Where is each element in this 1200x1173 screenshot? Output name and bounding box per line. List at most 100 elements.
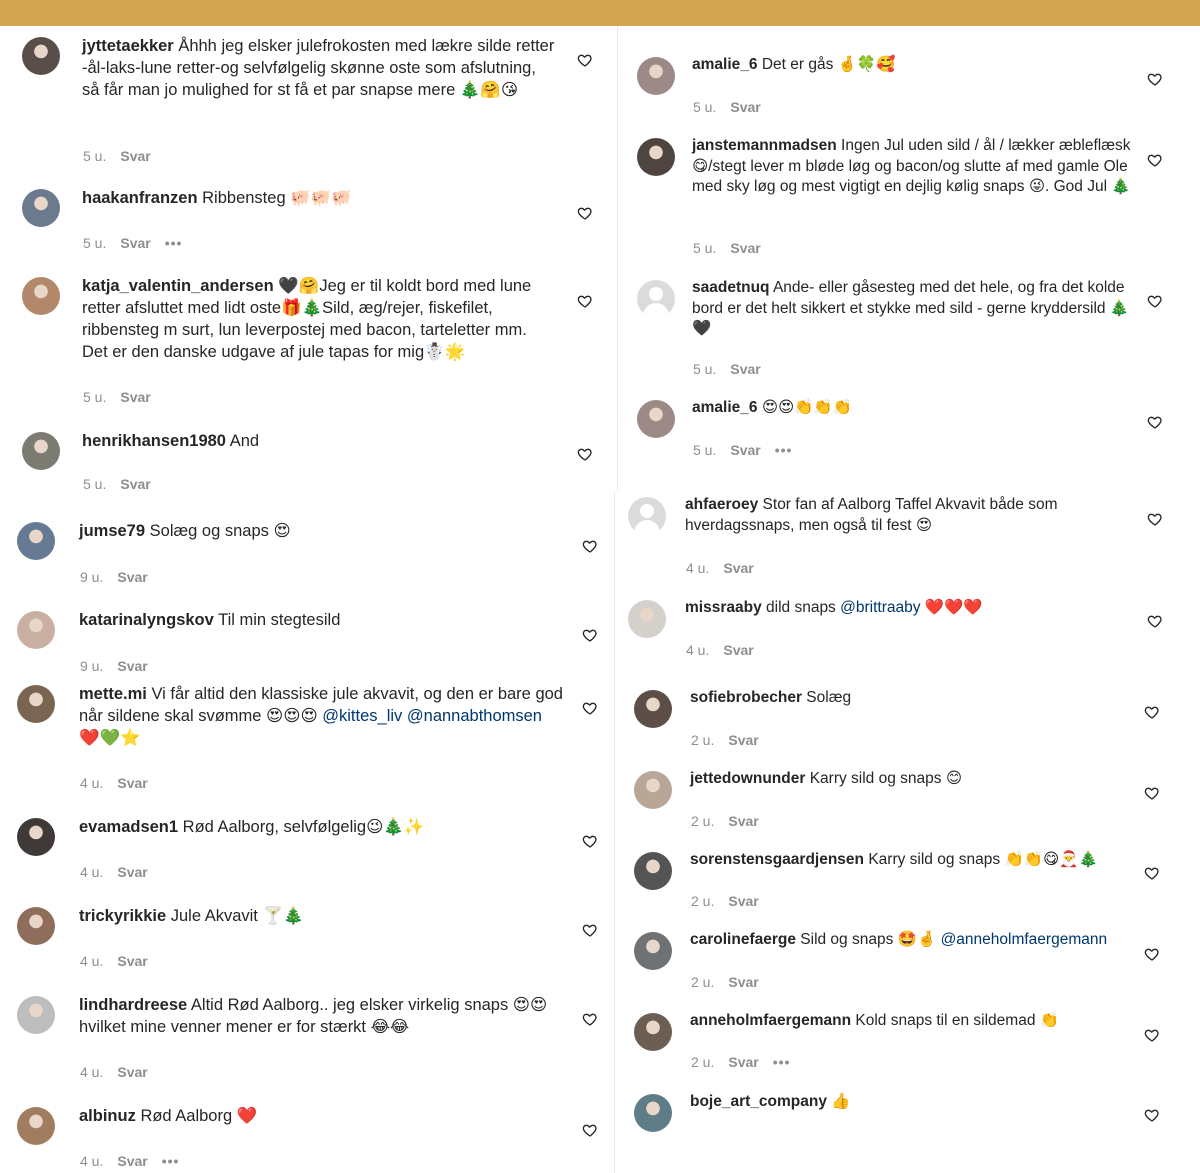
reply-button[interactable]: Svar xyxy=(730,99,760,115)
reply-button[interactable]: Svar xyxy=(728,813,758,829)
reply-button[interactable]: Svar xyxy=(723,560,753,576)
reply-button[interactable]: Svar xyxy=(730,240,760,256)
avatar[interactable] xyxy=(628,600,666,638)
avatar[interactable] xyxy=(22,189,60,227)
like-heart-icon[interactable] xyxy=(577,446,593,462)
avatar[interactable] xyxy=(637,57,675,95)
comment-username[interactable]: amalie_6 xyxy=(692,399,758,416)
reply-button[interactable]: Svar xyxy=(117,864,147,880)
like-heart-icon[interactable] xyxy=(1147,511,1163,527)
like-heart-icon[interactable] xyxy=(1144,1027,1160,1043)
reply-button[interactable]: Svar xyxy=(730,442,760,458)
like-heart-icon[interactable] xyxy=(577,52,593,68)
reply-button[interactable]: Svar xyxy=(728,974,758,990)
avatar[interactable] xyxy=(17,818,55,856)
comment-username[interactable]: saadetnuq xyxy=(692,279,770,296)
more-options-icon[interactable]: ••• xyxy=(775,442,793,458)
reply-button[interactable]: Svar xyxy=(117,1064,147,1080)
avatar[interactable] xyxy=(17,611,55,649)
reply-button[interactable]: Svar xyxy=(728,893,758,909)
like-heart-icon[interactable] xyxy=(1147,613,1163,629)
avatar[interactable] xyxy=(634,771,672,809)
mention-link[interactable]: @brittraaby xyxy=(840,599,920,616)
comment-username[interactable]: amalie_6 xyxy=(692,56,758,73)
comment-username[interactable]: evamadsen1 xyxy=(79,818,178,836)
avatar[interactable] xyxy=(634,852,672,890)
comment-username[interactable]: katja_valentin_andersen xyxy=(82,277,274,295)
reply-button[interactable]: Svar xyxy=(728,1054,758,1070)
mention-link[interactable]: @nannabthomsen xyxy=(407,707,542,725)
avatar[interactable] xyxy=(637,400,675,438)
avatar[interactable] xyxy=(17,522,55,560)
reply-button[interactable]: Svar xyxy=(120,389,150,405)
comment-username[interactable]: anneholmfaergemann xyxy=(690,1012,851,1029)
like-heart-icon[interactable] xyxy=(1147,414,1163,430)
avatar[interactable] xyxy=(634,1094,672,1132)
like-heart-icon[interactable] xyxy=(582,922,598,938)
reply-button[interactable]: Svar xyxy=(117,569,147,585)
avatar[interactable] xyxy=(634,1013,672,1051)
comment-username[interactable]: henrikhansen1980 xyxy=(82,432,226,450)
more-options-icon[interactable]: ••• xyxy=(162,1153,180,1169)
like-heart-icon[interactable] xyxy=(582,700,598,716)
like-heart-icon[interactable] xyxy=(582,627,598,643)
default-avatar-icon[interactable] xyxy=(628,497,666,535)
avatar[interactable] xyxy=(634,932,672,970)
like-heart-icon[interactable] xyxy=(1144,785,1160,801)
mention-link[interactable]: @anneholmfaergemann xyxy=(941,931,1108,948)
avatar[interactable] xyxy=(22,37,60,75)
comment-username[interactable]: missraaby xyxy=(685,599,762,616)
like-heart-icon[interactable] xyxy=(582,1011,598,1027)
comment-username[interactable]: albinuz xyxy=(79,1107,136,1125)
comment-username[interactable]: mette.mi xyxy=(79,685,147,703)
like-heart-icon[interactable] xyxy=(1147,152,1163,168)
like-heart-icon[interactable] xyxy=(1144,865,1160,881)
default-avatar-icon[interactable] xyxy=(637,280,675,318)
reply-button[interactable]: Svar xyxy=(120,476,150,492)
comment-username[interactable]: lindhardreese xyxy=(79,996,187,1014)
avatar[interactable] xyxy=(22,277,60,315)
comment-username[interactable]: jettedownunder xyxy=(690,770,805,787)
like-heart-icon[interactable] xyxy=(1147,293,1163,309)
comment-username[interactable]: jyttetaekker xyxy=(82,37,174,55)
more-options-icon[interactable]: ••• xyxy=(165,235,183,251)
avatar[interactable] xyxy=(22,432,60,470)
avatar[interactable] xyxy=(17,1107,55,1145)
comment-username[interactable]: trickyrikkie xyxy=(79,907,166,925)
like-heart-icon[interactable] xyxy=(577,293,593,309)
like-heart-icon[interactable] xyxy=(577,205,593,221)
avatar[interactable] xyxy=(17,907,55,945)
comment-username[interactable]: carolinefaerge xyxy=(690,931,796,948)
like-heart-icon[interactable] xyxy=(1144,946,1160,962)
reply-button[interactable]: Svar xyxy=(117,1153,147,1169)
reply-button[interactable]: Svar xyxy=(120,235,150,251)
like-heart-icon[interactable] xyxy=(582,538,598,554)
avatar[interactable] xyxy=(637,138,675,176)
comment-username[interactable]: boje_art_company xyxy=(690,1093,827,1110)
avatar[interactable] xyxy=(634,690,672,728)
comment-username[interactable]: sorenstensgaardjensen xyxy=(690,851,864,868)
reply-button[interactable]: Svar xyxy=(117,775,147,791)
comment-username[interactable]: haakanfranzen xyxy=(82,189,198,207)
comment-username[interactable]: sofiebrobecher xyxy=(690,689,802,706)
reply-button[interactable]: Svar xyxy=(728,732,758,748)
more-options-icon[interactable]: ••• xyxy=(773,1054,791,1070)
comment-username[interactable]: jumse79 xyxy=(79,522,145,540)
mention-link[interactable]: @kittes_liv xyxy=(322,707,402,725)
like-heart-icon[interactable] xyxy=(1147,71,1163,87)
reply-button[interactable]: Svar xyxy=(120,148,150,164)
comment-username[interactable]: ahfaeroey xyxy=(685,496,758,513)
like-heart-icon[interactable] xyxy=(582,1122,598,1138)
reply-button[interactable]: Svar xyxy=(117,953,147,969)
comment-username[interactable]: janstemannmadsen xyxy=(692,137,837,154)
avatar[interactable] xyxy=(17,996,55,1034)
comment-body: katja_valentin_andersen 🖤🤗Jeg er til kol… xyxy=(82,275,557,363)
reply-button[interactable]: Svar xyxy=(723,642,753,658)
reply-button[interactable]: Svar xyxy=(117,658,147,674)
reply-button[interactable]: Svar xyxy=(730,361,760,377)
comment-username[interactable]: katarinalyngskov xyxy=(79,611,214,629)
like-heart-icon[interactable] xyxy=(1144,704,1160,720)
avatar[interactable] xyxy=(17,685,55,723)
like-heart-icon[interactable] xyxy=(1144,1107,1160,1123)
like-heart-icon[interactable] xyxy=(582,833,598,849)
